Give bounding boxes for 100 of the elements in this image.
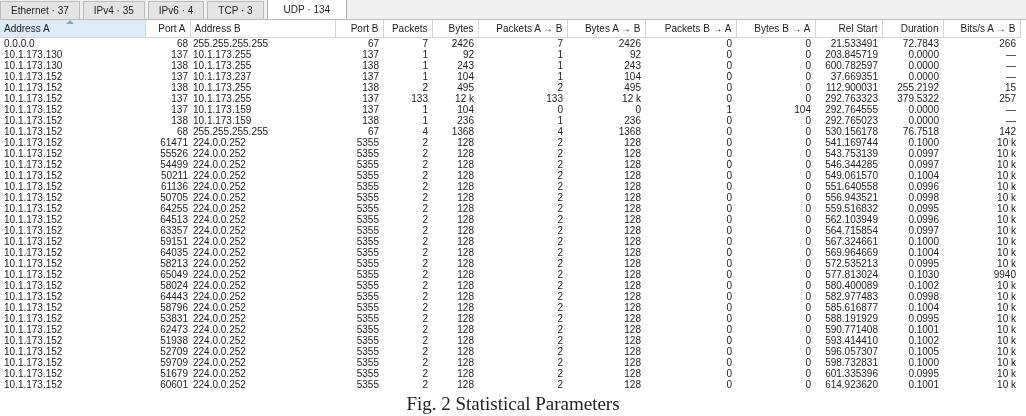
table-cell-text: 598.732831 xyxy=(824,356,879,368)
column-header[interactable]: Bytes B → A xyxy=(736,20,815,37)
table-cell-text: 2 xyxy=(421,202,429,214)
table-cell-text: 0 xyxy=(804,202,812,214)
table-cell-text: 64035 xyxy=(159,246,189,258)
tab[interactable]: TCP · 3 xyxy=(207,1,264,19)
table-cell-text: 0 xyxy=(725,147,733,159)
table-cell-text: 128 xyxy=(623,180,642,192)
table-cell-text: 10 k xyxy=(996,224,1017,236)
table-cell-text: 0 xyxy=(804,378,812,390)
column-header[interactable]: Packets xyxy=(383,20,432,37)
column-header[interactable]: Rel Start xyxy=(815,20,882,37)
column-header[interactable]: Bytes xyxy=(432,20,478,37)
table-cell-text: 5355 xyxy=(355,378,380,390)
table-cell-text: 243 xyxy=(456,59,475,71)
table-cell-text: 0 xyxy=(804,92,812,104)
table-cell-text: 224.0.0.252 xyxy=(192,158,247,170)
table-cell-text: 495 xyxy=(456,81,475,93)
table-cell-text: 0.1002 xyxy=(907,279,940,291)
column-header[interactable]: Address A xyxy=(0,20,145,37)
table-cell-text: 128 xyxy=(623,246,642,258)
table-cell-text: 5355 xyxy=(355,301,380,313)
table-cell-text: 5355 xyxy=(355,279,380,291)
table-cell-text: 0 xyxy=(725,235,733,247)
table-cell-text: 10.1.173.152 xyxy=(3,114,64,126)
table-cell-text: 1 xyxy=(556,59,564,71)
tab[interactable]: Ethernet · 37 xyxy=(0,1,80,19)
table-cell-text: 138 xyxy=(361,59,380,71)
table-cell-text: 0 xyxy=(804,180,812,192)
table-cell-text: 224.0.0.252 xyxy=(192,290,247,302)
table-cell-text: 128 xyxy=(456,191,475,203)
table-cell-text: 0 xyxy=(725,158,733,170)
table-cell-text: 495 xyxy=(623,81,642,93)
table-cell-text: 2 xyxy=(556,290,564,302)
table-cell-text: — xyxy=(1005,114,1017,126)
table-cell-text: 10.1.173.130 xyxy=(3,59,64,71)
column-header[interactable]: Port B xyxy=(335,20,383,37)
table-cell-text: — xyxy=(1005,70,1017,82)
table-cell-text: 92 xyxy=(628,48,642,60)
tab[interactable]: IPv4 · 35 xyxy=(82,1,145,19)
table-cell-text: 10.1.173.152 xyxy=(3,334,64,346)
table-cell-text: 5355 xyxy=(355,367,380,379)
column-header[interactable]: Packets B → A xyxy=(645,20,736,37)
tab[interactable]: IPv6 · 4 xyxy=(147,1,205,19)
table-cell-text: 10.1.173.152 xyxy=(3,356,64,368)
table-cell-text: 128 xyxy=(456,180,475,192)
table-cell-text: 128 xyxy=(623,290,642,302)
table-cell-text: 128 xyxy=(623,136,642,148)
column-header[interactable]: Duration xyxy=(882,20,943,37)
table-cell-text: 0 xyxy=(725,268,733,280)
column-header[interactable]: Bits/s A → B xyxy=(943,20,1020,37)
table-cell-text: 0 xyxy=(725,48,733,60)
table-cell-text: 5355 xyxy=(355,158,380,170)
table-cell-text: 0.1004 xyxy=(907,246,940,258)
table-cell-text: 10.1.173.152 xyxy=(3,268,64,280)
table-cell-text: 5355 xyxy=(355,224,380,236)
table-cell-text: 292.765023 xyxy=(824,114,879,126)
table-cell-text: 0 xyxy=(725,257,733,269)
table-cell-text: 10.1.173.152 xyxy=(3,103,64,115)
table-cell-text: 224.0.0.252 xyxy=(192,345,247,357)
table-cell-text: 128 xyxy=(456,334,475,346)
table-cell-text: 0.1000 xyxy=(907,235,940,247)
table-cell-text: 0 xyxy=(725,378,733,390)
table-cell-text: 137 xyxy=(361,70,380,82)
table-cell-text: 5355 xyxy=(355,257,380,269)
table-cell-text: 224.0.0.252 xyxy=(192,367,247,379)
tab[interactable]: UDP · 134 xyxy=(266,0,348,19)
table-cell-text: 0 xyxy=(725,334,733,346)
table-cell-text: 128 xyxy=(623,191,642,203)
column-header[interactable]: Bytes A → B xyxy=(567,20,645,37)
table-cell-text: 128 xyxy=(623,334,642,346)
table-cell-text: 61136 xyxy=(159,180,189,192)
table-cell-text: 5355 xyxy=(355,312,380,324)
table-cell-text: 588.191929 xyxy=(824,312,879,324)
table-cell-text: 572.535213 xyxy=(824,257,879,269)
table-cell-text: 236 xyxy=(623,114,642,126)
column-header[interactable]: Address B xyxy=(190,20,335,37)
table-cell-text: 2 xyxy=(421,312,429,324)
table-cell-text: 5355 xyxy=(355,345,380,357)
table-cell-text: 128 xyxy=(623,235,642,247)
table-cell-text: 10 k xyxy=(996,158,1017,170)
column-header[interactable]: Port A xyxy=(145,20,190,37)
table-cell-text: 10.1.173.159 xyxy=(192,103,253,115)
table-cell-text: 128 xyxy=(456,345,475,357)
table-cell-text: 10.1.173.152 xyxy=(3,301,64,313)
table-cell-text: 0.0000 xyxy=(907,48,940,60)
table-cell-text: 10.1.173.152 xyxy=(3,312,64,324)
table-cell-text: 0 xyxy=(804,356,812,368)
table-cell-text: 0.0998 xyxy=(907,290,940,302)
table-cell-text: 128 xyxy=(623,323,642,335)
table-cell-text: 585.616877 xyxy=(824,301,879,313)
table-cell: 0.0.0.0 xyxy=(0,37,145,49)
table-cell-text: 0 xyxy=(725,367,733,379)
table-cell-text: 0 xyxy=(804,345,812,357)
table-cell-text: 2 xyxy=(556,378,564,390)
table-cell-text: 10.1.173.152 xyxy=(3,202,64,214)
table-cell-text: 546.344285 xyxy=(824,158,879,170)
table-cell-text: 128 xyxy=(456,290,475,302)
table-cell-text: 10.1.173.152 xyxy=(3,180,64,192)
column-header[interactable]: Packets A → B xyxy=(478,20,567,37)
